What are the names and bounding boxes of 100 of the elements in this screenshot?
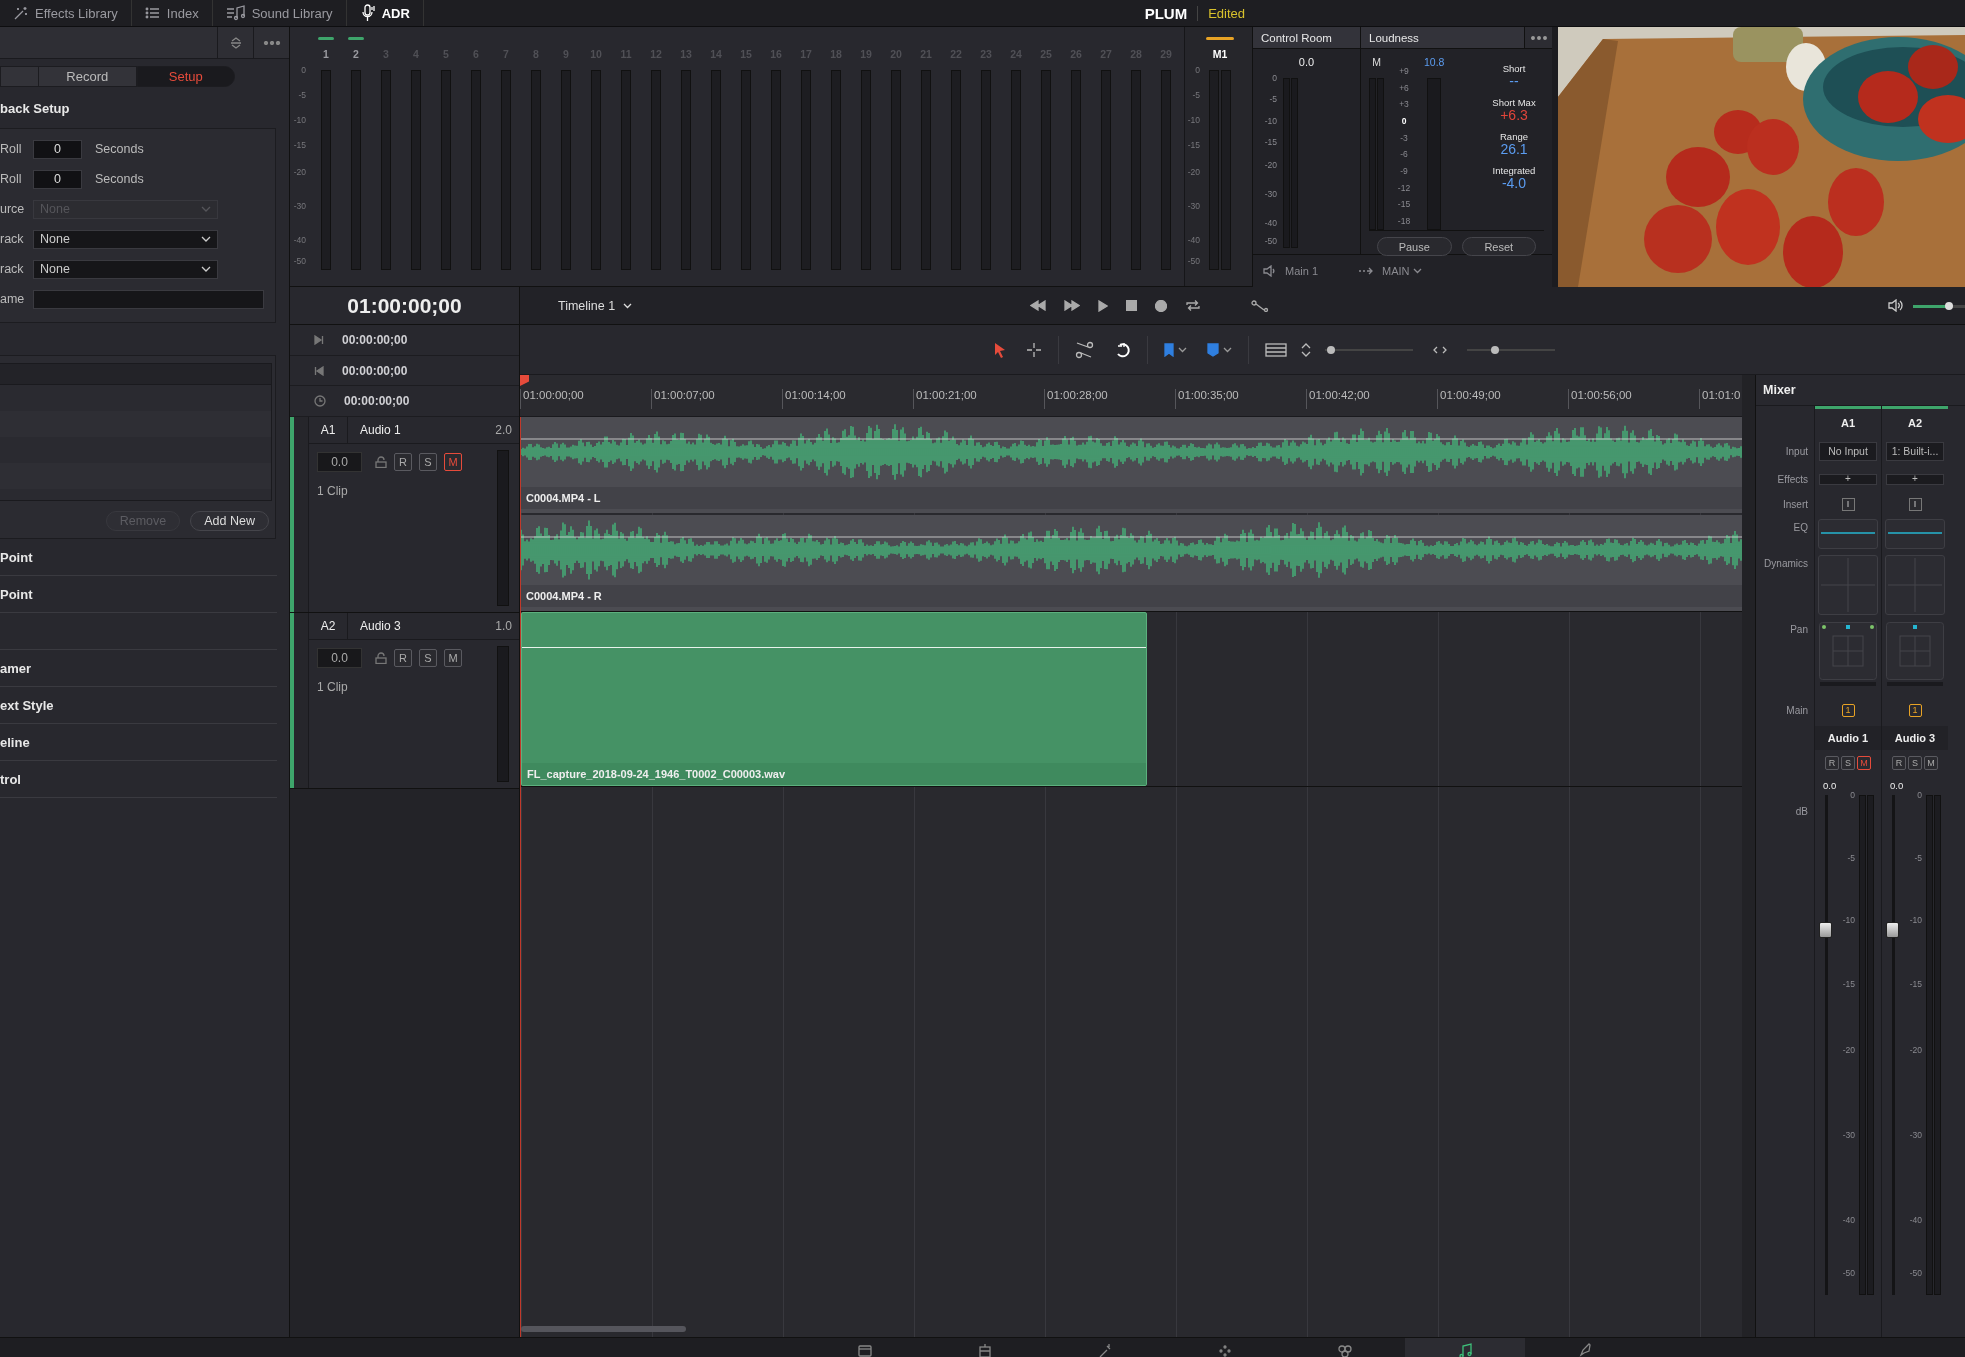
tab[interactable]: Record bbox=[38, 66, 137, 87]
scale-label: -50 bbox=[1909, 1268, 1922, 1278]
more-button[interactable] bbox=[1524, 27, 1552, 48]
scale-label: -5 bbox=[1269, 94, 1277, 105]
audio-clip[interactable]: C0004.MP4 - R bbox=[521, 515, 1742, 611]
automation-button[interactable] bbox=[1251, 299, 1269, 312]
track-name[interactable]: Audio 1 bbox=[348, 423, 496, 437]
slider-thumb[interactable] bbox=[1491, 345, 1499, 354]
track-toggle[interactable]: S bbox=[419, 453, 437, 471]
record-button[interactable] bbox=[1155, 299, 1167, 312]
section-heading[interactable]: eline bbox=[0, 734, 30, 750]
main-bus-button[interactable]: 1 bbox=[1908, 703, 1922, 717]
strip-toggle[interactable]: M bbox=[1857, 756, 1871, 770]
section-heading[interactable]: amer bbox=[0, 660, 32, 676]
section-heading[interactable]: ext Style bbox=[0, 697, 54, 713]
strip-toggle[interactable]: S bbox=[1908, 756, 1922, 770]
scrollbar[interactable] bbox=[521, 1326, 686, 1332]
row-label: Dynamics bbox=[1764, 558, 1808, 569]
input-dropdown[interactable]: No Input bbox=[1819, 441, 1877, 461]
play-button[interactable] bbox=[1098, 299, 1108, 312]
track-toggle[interactable]: R bbox=[394, 649, 412, 667]
panel-tab[interactable]: Sound Library bbox=[212, 0, 347, 26]
strip-toggle[interactable]: R bbox=[1892, 756, 1906, 770]
fader-thumb[interactable] bbox=[1886, 922, 1899, 938]
bus-dropdown[interactable]: MAIN bbox=[1382, 265, 1422, 277]
panel-title: Control Room bbox=[1253, 27, 1360, 49]
time-label: 01:00:07;00 bbox=[651, 389, 782, 409]
project-status: Edited bbox=[1197, 5, 1245, 21]
go-to-in-icon bbox=[314, 334, 324, 345]
scale-label: -18 bbox=[1396, 216, 1412, 226]
track-toggle[interactable]: R bbox=[394, 453, 412, 471]
more-icon bbox=[1530, 35, 1547, 40]
tab[interactable]: Setup bbox=[136, 66, 235, 87]
volume-field[interactable]: 0.0 bbox=[317, 452, 362, 472]
track-toggle[interactable]: M bbox=[444, 649, 462, 667]
strip-toggle[interactable]: M bbox=[1924, 756, 1938, 770]
panel-tab[interactable]: Effects Library bbox=[0, 0, 132, 26]
meter-button[interactable]: Pause bbox=[1377, 237, 1452, 256]
meter-button[interactable]: Reset bbox=[1461, 237, 1536, 256]
time-label: 01:01:0 bbox=[1699, 389, 1739, 409]
strip-toggle[interactable]: S bbox=[1841, 756, 1855, 770]
fast-forward-button[interactable] bbox=[1064, 300, 1080, 311]
volume-field[interactable]: 0.0 bbox=[317, 648, 362, 668]
panel-tab[interactable]: ADR bbox=[346, 0, 424, 26]
scale-label: +3 bbox=[1398, 99, 1410, 110]
crosshair-icon bbox=[1026, 341, 1042, 358]
main-bus-button[interactable]: 1 bbox=[1841, 703, 1855, 717]
volume-reading: 0.0 bbox=[1822, 780, 1838, 793]
audio-clip[interactable]: C0004.MP4 - L bbox=[521, 417, 1742, 513]
effects-button[interactable]: + bbox=[1819, 473, 1877, 485]
output-label: Main 1 bbox=[1285, 265, 1319, 277]
level-reading: 0.0 bbox=[1297, 56, 1316, 69]
section-heading[interactable]: Point bbox=[0, 549, 33, 565]
scale-label: -40 bbox=[1187, 235, 1200, 245]
music-note-icon bbox=[225, 5, 246, 21]
eq-graph[interactable] bbox=[1885, 519, 1945, 549]
strip-toggle[interactable]: R bbox=[1825, 756, 1839, 770]
lock-icon[interactable] bbox=[375, 652, 387, 664]
number-field[interactable]: 0 bbox=[33, 139, 82, 159]
time-label: 01:00:28;00 bbox=[1044, 389, 1175, 409]
stat-value: -- bbox=[1508, 74, 1520, 89]
stop-icon bbox=[1126, 300, 1137, 311]
playhead-marker[interactable] bbox=[520, 375, 529, 386]
loop-button[interactable] bbox=[1185, 299, 1201, 312]
section-heading[interactable]: Point bbox=[0, 586, 33, 602]
scale-label: -10 bbox=[1842, 915, 1855, 925]
timeline-dropdown[interactable]: Timeline 1 bbox=[558, 298, 818, 313]
effects-button[interactable]: + bbox=[1886, 473, 1944, 485]
slider-thumb[interactable] bbox=[1326, 345, 1335, 354]
list-button[interactable]: Add New bbox=[190, 511, 269, 531]
input-dropdown[interactable]: 1: Built-i... bbox=[1886, 441, 1944, 461]
timecode: 00:00:00;00 bbox=[342, 363, 408, 378]
audio-clip[interactable]: FL_capture_2018-09-24_1946_T0002_C00003.wav bbox=[521, 612, 1147, 786]
rewind-button[interactable] bbox=[1030, 300, 1046, 311]
time-label: 01:00:56;00 bbox=[1568, 389, 1699, 409]
scale-label: -20 bbox=[1264, 159, 1277, 170]
eq-graph[interactable] bbox=[1818, 519, 1878, 549]
pointer-icon bbox=[994, 341, 1006, 358]
fader[interactable] bbox=[1886, 795, 1900, 1295]
dropdown[interactable]: None bbox=[33, 229, 218, 249]
expand-icon bbox=[1433, 345, 1447, 354]
project-name: PLUM bbox=[1144, 4, 1188, 22]
slider-thumb[interactable] bbox=[1945, 301, 1954, 310]
track-name[interactable]: Audio 3 bbox=[348, 619, 496, 633]
panel-tab[interactable]: Index bbox=[131, 0, 213, 26]
section-heading[interactable]: trol bbox=[0, 771, 21, 787]
lock-icon[interactable] bbox=[375, 456, 387, 468]
track-toggle[interactable]: M bbox=[444, 453, 462, 471]
fader-thumb[interactable] bbox=[1819, 922, 1832, 938]
chevron-down-icon bbox=[1412, 268, 1422, 274]
row-label: Main bbox=[1786, 704, 1808, 716]
page-tab[interactable] bbox=[1405, 1338, 1525, 1357]
insert-button[interactable]: I bbox=[1841, 497, 1855, 511]
text-field[interactable] bbox=[33, 289, 264, 309]
insert-button[interactable]: I bbox=[1908, 497, 1922, 511]
scale-label: -15 bbox=[1264, 137, 1277, 148]
track-toggle[interactable]: S bbox=[419, 649, 437, 667]
number-field[interactable]: 0 bbox=[33, 169, 82, 189]
dropdown[interactable]: None bbox=[33, 259, 218, 279]
fader[interactable] bbox=[1819, 795, 1833, 1295]
